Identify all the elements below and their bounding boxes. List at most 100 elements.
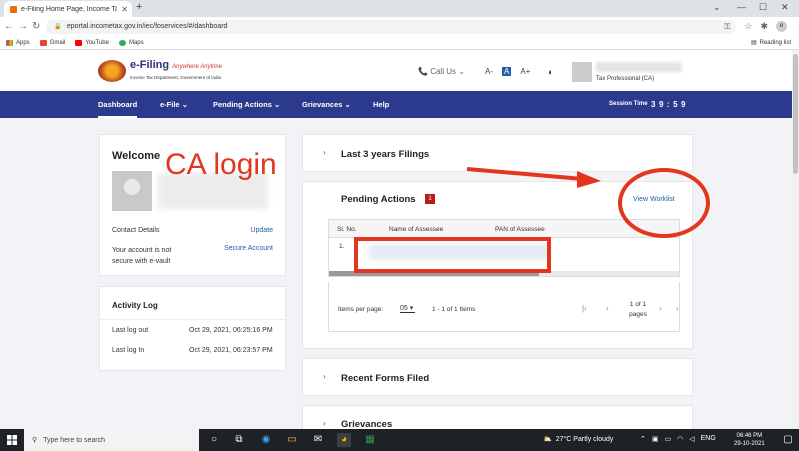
search-icon: ⚲ bbox=[32, 437, 38, 444]
screen: e-Filing Home Page, Income Tax ✕ + ⌄ — ☐… bbox=[0, 0, 799, 451]
user-name-redacted bbox=[596, 62, 682, 72]
profile-avatar[interactable]: e bbox=[776, 21, 788, 32]
maximize-icon[interactable]: ☐ bbox=[759, 2, 767, 13]
wifi-icon[interactable]: ◠ bbox=[677, 435, 683, 443]
page-scrollbar-thumb[interactable] bbox=[793, 54, 798, 174]
annotation-ca-login: CA login bbox=[165, 148, 277, 181]
reload-icon[interactable]: ↻ bbox=[32, 21, 40, 32]
next-page-icon[interactable]: › bbox=[659, 304, 662, 313]
notifications-icon[interactable]: ▢ bbox=[781, 433, 795, 447]
task-view-icon[interactable]: ⧉ bbox=[232, 433, 246, 447]
last-login-value: Oct 29, 2021, 06:23:57 PM bbox=[189, 347, 273, 354]
font-default-button[interactable]: A bbox=[502, 67, 512, 76]
windows-start-icon[interactable] bbox=[7, 435, 17, 445]
chevron-down-icon: ⌄ bbox=[344, 100, 351, 109]
nav-pending-actions[interactable]: Pending Actions ⌄ bbox=[213, 91, 280, 118]
user-avatar[interactable] bbox=[572, 62, 592, 82]
update-link[interactable]: Update bbox=[250, 227, 273, 234]
more-menu-icon[interactable]: ⋮ bbox=[795, 21, 799, 32]
chevron-down-icon: ⌄ bbox=[458, 67, 465, 76]
brand-subtitle: Income Tax Department, Government of Ind… bbox=[130, 75, 221, 80]
key-icon[interactable]: ⚿ bbox=[724, 22, 730, 32]
col-sl-no: Sl. No. bbox=[337, 226, 357, 233]
reading-list-button[interactable]: ▤ Reading list bbox=[751, 39, 791, 47]
table-pagination: Items per page: 05 ▾ 1 - 1 of 1 Items |‹… bbox=[328, 282, 680, 332]
bookmark-star-icon[interactable]: ☆ bbox=[744, 21, 752, 32]
edge-icon[interactable]: ◉ bbox=[259, 433, 273, 447]
browser-tab[interactable]: e-Filing Home Page, Income Tax ✕ bbox=[4, 1, 132, 17]
font-increase-button[interactable]: A+ bbox=[520, 67, 530, 76]
page-scrollbar[interactable] bbox=[792, 50, 799, 429]
battery-icon[interactable]: ▭ bbox=[665, 435, 672, 443]
new-tab-icon[interactable]: + bbox=[136, 1, 142, 13]
chevron-up-icon[interactable]: ⌃ bbox=[640, 435, 646, 443]
call-us-dropdown[interactable]: 📞 Call Us ⌄ bbox=[418, 67, 465, 76]
site-favicon-icon bbox=[10, 5, 17, 13]
address-bar[interactable]: 🔒 eportal.incometax.gov.in/iec/foservice… bbox=[46, 19, 737, 34]
font-decrease-button[interactable]: A- bbox=[485, 67, 493, 76]
volume-icon[interactable]: ◁ bbox=[689, 435, 694, 443]
contrast-icon[interactable]: ◐ bbox=[548, 67, 553, 77]
close-tab-icon[interactable]: ✕ bbox=[121, 5, 132, 14]
mail-icon[interactable]: ✉ bbox=[311, 433, 325, 447]
chevron-down-icon[interactable]: ⌄ bbox=[713, 2, 721, 13]
recent-forms-title: Recent Forms Filed bbox=[341, 373, 430, 384]
caret-down-icon: ▾ bbox=[409, 305, 414, 312]
taskbar-search-box[interactable]: ⚲ Type here to search bbox=[24, 429, 199, 451]
extensions-icon[interactable]: ✱ bbox=[760, 21, 768, 32]
chrome-icon[interactable]: ◕ bbox=[337, 433, 351, 447]
prev-page-icon[interactable]: ‹ bbox=[606, 304, 609, 313]
youtube-icon bbox=[75, 39, 83, 46]
language-indicator[interactable]: ENG bbox=[701, 435, 716, 443]
main-nav: Dashboard e-File ⌄ Pending Actions ⌄ Gri… bbox=[0, 91, 799, 118]
cortana-icon[interactable]: ○ bbox=[207, 433, 221, 447]
site-header: e-Filing Anywhere Anytime Income Tax Dep… bbox=[0, 50, 799, 91]
recent-forms-filed-section[interactable]: › Recent Forms Filed bbox=[302, 358, 693, 396]
secure-account-link[interactable]: Secure Account bbox=[224, 245, 273, 252]
maps-pin-icon bbox=[118, 39, 126, 46]
nav-efile[interactable]: e-File ⌄ bbox=[160, 91, 188, 118]
phone-icon: 📞 bbox=[418, 67, 428, 76]
bookmarks-bar: Apps Gmail YouTube Maps ▤ Reading list bbox=[0, 36, 799, 50]
bookmark-youtube[interactable]: YouTube bbox=[75, 39, 109, 46]
cloud-sun-icon: ⛅ bbox=[543, 436, 552, 443]
last-3-years-title: Last 3 years Filings bbox=[341, 149, 430, 160]
network-icon[interactable]: ▣ bbox=[652, 435, 659, 443]
bookmark-apps[interactable]: Apps bbox=[6, 39, 30, 46]
bookmark-maps[interactable]: Maps bbox=[118, 39, 144, 46]
items-per-page-label: Items per page: bbox=[338, 306, 384, 313]
chevron-right-icon: › bbox=[323, 419, 326, 428]
excel-icon[interactable]: ▦ bbox=[363, 433, 377, 447]
first-page-icon[interactable]: |‹ bbox=[582, 304, 587, 313]
pending-count-badge: 1 bbox=[425, 194, 435, 204]
profile-photo-placeholder bbox=[112, 171, 152, 211]
font-size-controls: A- A A+ bbox=[485, 67, 530, 76]
browser-tab-bar: e-Filing Home Page, Income Tax ✕ + ⌄ — ☐… bbox=[0, 0, 799, 17]
close-window-icon[interactable]: ✕ bbox=[781, 2, 789, 13]
lock-icon: 🔒 bbox=[54, 24, 62, 30]
welcome-heading: Welcome bbox=[112, 150, 161, 162]
annotation-circle bbox=[618, 168, 710, 238]
forward-arrow-icon[interactable]: → bbox=[18, 21, 28, 32]
nav-help[interactable]: Help bbox=[373, 91, 389, 118]
clock-date: 29-10-2021 bbox=[734, 441, 765, 447]
minimize-icon[interactable]: — bbox=[737, 2, 746, 12]
taskbar-clock[interactable]: 06:46 PM 29-10-2021 bbox=[734, 432, 765, 448]
system-tray: ⌃ ▣ ▭ ◠ ◁ ENG bbox=[640, 435, 716, 443]
last-page-icon[interactable]: › bbox=[676, 304, 679, 313]
nav-dashboard[interactable]: Dashboard bbox=[98, 91, 138, 118]
url-text: eportal.incometax.gov.in/iec/foservices/… bbox=[66, 23, 228, 30]
apps-grid-icon bbox=[6, 39, 13, 46]
chevron-right-icon: › bbox=[323, 148, 326, 157]
annotation-highlight-box bbox=[354, 237, 551, 273]
nav-grievances[interactable]: Grievances ⌄ bbox=[302, 91, 351, 118]
page-indicator: 1 of 1 pages bbox=[629, 301, 647, 318]
weather-widget[interactable]: ⛅ 27°C Partly cloudy bbox=[543, 435, 613, 444]
efiling-logo[interactable]: e-Filing Anywhere Anytime Income Tax Dep… bbox=[98, 57, 228, 85]
file-explorer-icon[interactable]: ▭ bbox=[285, 433, 299, 447]
items-range: 1 - 1 of 1 Items bbox=[432, 306, 476, 313]
last-logout-value: Oct 29, 2021, 06:25:16 PM bbox=[189, 327, 273, 334]
bookmark-gmail[interactable]: Gmail bbox=[39, 39, 65, 46]
back-arrow-icon[interactable]: ← bbox=[4, 21, 14, 32]
items-per-page-select[interactable]: 05 ▾ bbox=[400, 304, 416, 313]
